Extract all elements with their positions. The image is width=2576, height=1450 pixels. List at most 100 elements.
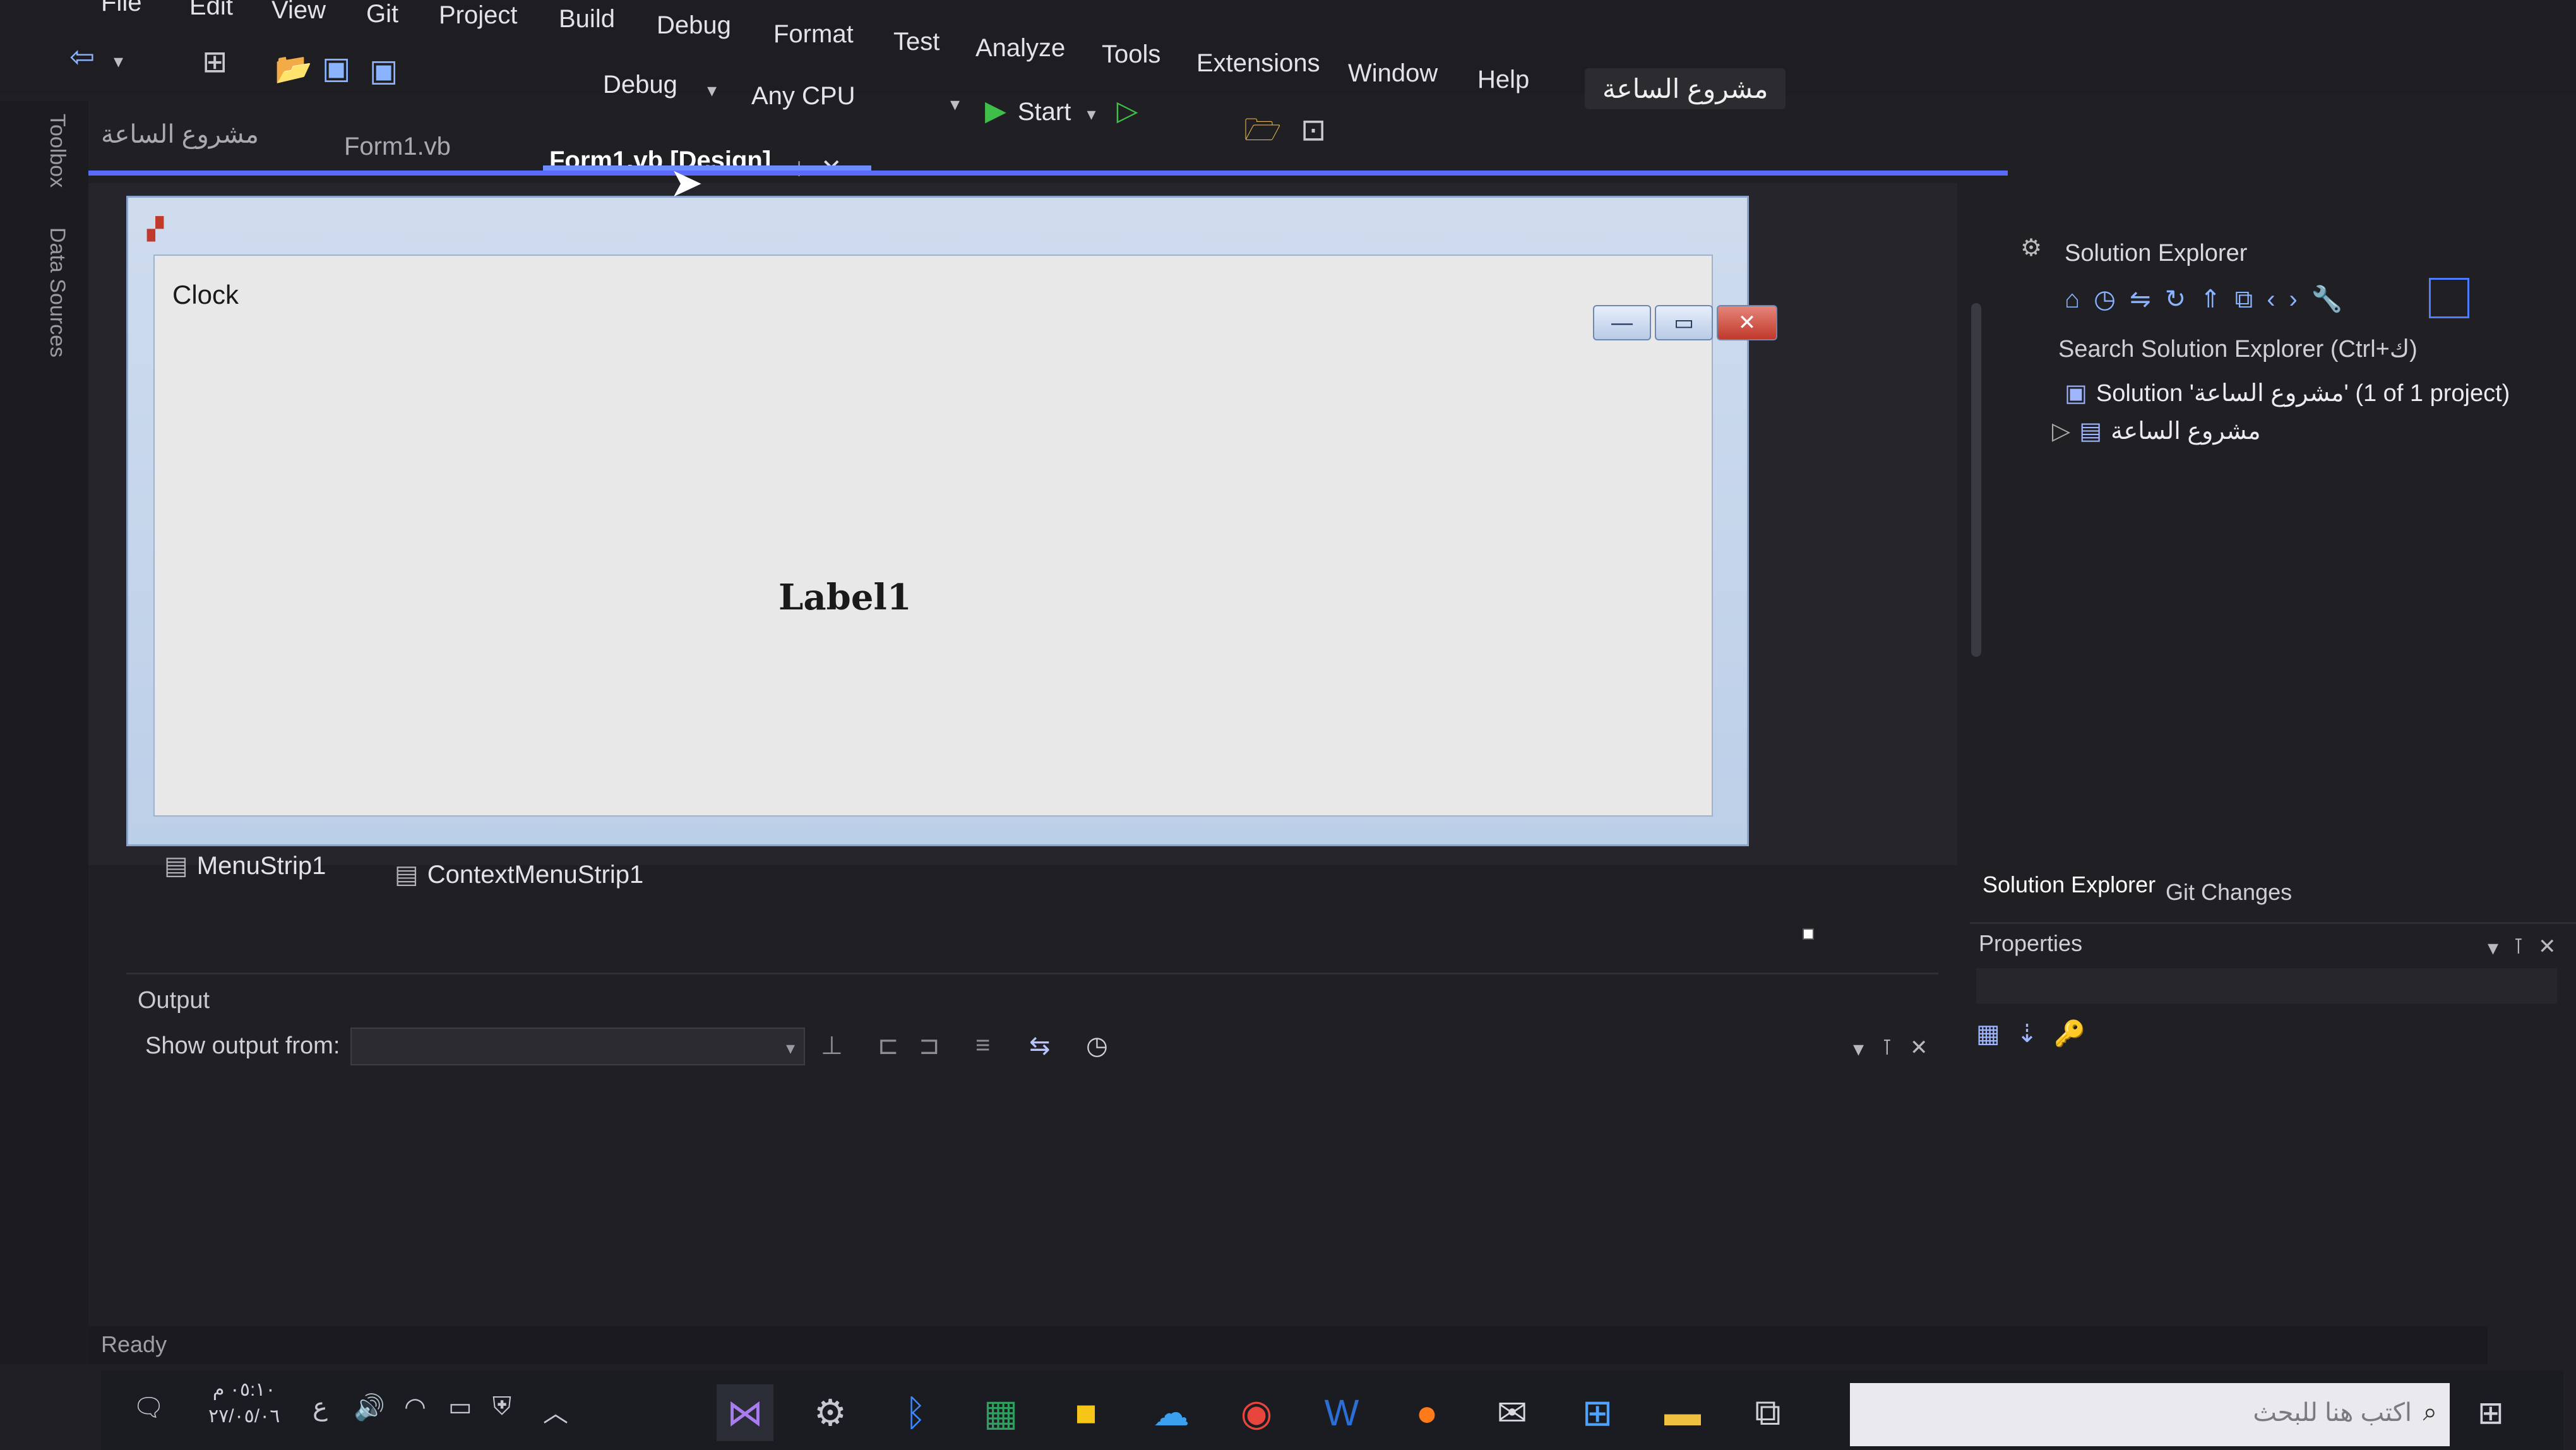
- store-app-icon[interactable]: ⊞: [1569, 1384, 1626, 1441]
- properties-panel: Properties ▾ ⊺ ✕ ▦⇣🔑: [1970, 922, 2576, 1364]
- panel-close-icon[interactable]: ✕: [1910, 1035, 1928, 1060]
- menu-build[interactable]: Build: [559, 5, 615, 33]
- sync-icon[interactable]: ⇋: [2130, 285, 2165, 313]
- data-sources-tab[interactable]: Data Sources: [45, 227, 69, 357]
- preview-toggle-icon[interactable]: [2429, 278, 2469, 318]
- component-tray: ▤ MenuStrip1 ▤ ContextMenuStrip1: [126, 840, 1957, 966]
- battery-icon[interactable]: ▭: [448, 1393, 472, 1422]
- properties-close-icon[interactable]: ✕: [2538, 934, 2556, 959]
- left-rail: Toolbox Data Sources: [0, 101, 88, 1364]
- clear-all-icon[interactable]: ≡: [975, 1031, 990, 1060]
- solution-explorer-panel: ⚙ Solution Explorer ⌂◷⇋↻⇑⧉‹›🔧 Search Sol…: [1989, 227, 2576, 890]
- security-icon[interactable]: ⛨: [492, 1393, 511, 1421]
- platform-select[interactable]: Any CPU: [751, 82, 856, 111]
- back-dropdown-icon[interactable]: ▾: [114, 51, 123, 73]
- word-app-icon[interactable]: W: [1313, 1384, 1370, 1441]
- solution-icon: ▣: [2065, 380, 2087, 407]
- solution-explorer-title: Solution Explorer: [2065, 240, 2248, 267]
- label1-control[interactable]: Label1: [778, 577, 912, 618]
- solution-row[interactable]: ▣ Solution 'مشروع الساعة' (1 of 1 project…: [2065, 379, 2510, 407]
- chrome-app-icon[interactable]: ◉: [1228, 1384, 1285, 1441]
- file-explorer-app-icon[interactable]: ▬: [1654, 1384, 1711, 1441]
- taskbar-search-input[interactable]: اكتب هنا للبحث ⌕: [1850, 1383, 2450, 1446]
- chevron-up-icon[interactable]: ︿: [543, 1393, 568, 1429]
- properties-object-select[interactable]: [1976, 968, 2557, 1004]
- mouse-pointer-icon: ➤: [669, 160, 703, 205]
- alphabetical-icon[interactable]: ⇣: [2017, 1020, 2054, 1048]
- output-panel: Output Show output from: ▾ ⊥ ⊏ ⊐ ≡ ⇆ ◷ ▾…: [126, 973, 1938, 1351]
- property-pages-icon[interactable]: 🔑: [2054, 1020, 2102, 1048]
- menu-view[interactable]: View: [271, 0, 326, 25]
- firefox-app-icon[interactable]: ●: [1398, 1384, 1455, 1441]
- tab-git-changes[interactable]: Git Changes: [2166, 879, 2292, 906]
- collapse-icon[interactable]: ⇑: [2200, 285, 2235, 313]
- contextmenustrip-component[interactable]: ▤ ContextMenuStrip1: [395, 860, 643, 889]
- volume-icon[interactable]: 🔊: [354, 1393, 385, 1422]
- tab-project[interactable]: مشروع الساعة: [101, 120, 259, 149]
- save-icon[interactable]: ▣: [322, 51, 350, 86]
- visual-studio-app-icon[interactable]: ⋈: [717, 1384, 773, 1441]
- properties-pin-icon[interactable]: ⊺: [2513, 934, 2524, 959]
- new-item-icon[interactable]: ⊞: [202, 44, 227, 80]
- toolbox-tab[interactable]: Toolbox: [45, 114, 69, 188]
- panel-pin-icon[interactable]: ⊺: [1881, 1035, 1893, 1060]
- open-folder-icon[interactable]: 📂: [275, 51, 313, 87]
- network-icon[interactable]: ◠: [404, 1393, 426, 1422]
- show-output-select[interactable]: ▾: [350, 1028, 805, 1065]
- properties-menu-icon[interactable]: ▾: [2488, 935, 2498, 961]
- form-title: Clock: [172, 280, 239, 309]
- windows-start-icon[interactable]: ⊞: [2462, 1384, 2519, 1441]
- timestamp-icon[interactable]: ◷: [1086, 1031, 1108, 1060]
- find-message-icon[interactable]: ⊥: [821, 1031, 843, 1060]
- config-dropdown-icon[interactable]: ▾: [707, 80, 717, 102]
- next-message-icon[interactable]: ⊐: [919, 1031, 940, 1060]
- properties-title: Properties: [1979, 930, 2083, 956]
- solution-search-input[interactable]: Search Solution Explorer (Ctrl+ك): [2058, 335, 2418, 363]
- designer-vertical-scrollbar[interactable]: [1964, 278, 1989, 865]
- menu-file[interactable]: File: [101, 0, 141, 17]
- document-tabs: مشروع الساعة Form1.vb Form1.vb [Design] …: [88, 107, 1983, 183]
- word-wrap-icon[interactable]: ⇆: [1029, 1031, 1051, 1060]
- status-bar: Ready: [88, 1326, 2488, 1364]
- wrench-icon[interactable]: 🔧: [2311, 285, 2357, 313]
- refresh-icon[interactable]: ↻: [2165, 285, 2200, 313]
- project-row[interactable]: ▷ ▤ مشروع الساعة: [2052, 417, 2261, 445]
- save-all-icon[interactable]: ▣: [369, 53, 398, 88]
- gear-icon[interactable]: ⚙: [2020, 234, 2042, 262]
- copy-icon[interactable]: ⧉: [2235, 285, 2267, 313]
- menu-project[interactable]: Project: [439, 1, 518, 30]
- language-indicator[interactable]: ع: [313, 1393, 328, 1422]
- history-icon[interactable]: ◷: [2094, 285, 2130, 313]
- menu-edit[interactable]: Edit: [189, 0, 233, 21]
- form-window[interactable]: ▞ Clock — ▭ ✕ Label1: [126, 196, 1777, 846]
- panel-menu-icon[interactable]: ▾: [1853, 1036, 1864, 1062]
- sticky-notes-app-icon[interactable]: ■: [1058, 1384, 1114, 1441]
- notifications-icon[interactable]: 🗨: [133, 1393, 165, 1422]
- code-icon[interactable]: ‹›: [2267, 285, 2311, 313]
- categorized-icon[interactable]: ▦: [1976, 1020, 2017, 1048]
- minimize-button[interactable]: —: [1593, 305, 1651, 340]
- task-view-icon[interactable]: ⧉: [1739, 1384, 1796, 1441]
- menustrip-component[interactable]: ▤ MenuStrip1: [164, 851, 326, 880]
- tab-solution-explorer[interactable]: Solution Explorer: [1983, 872, 2156, 898]
- scrollbar-thumb[interactable]: [1971, 303, 1981, 657]
- form-client-area[interactable]: [153, 255, 1713, 817]
- tab-form1-code[interactable]: Form1.vb: [344, 133, 451, 161]
- back-icon[interactable]: ⇦: [69, 39, 95, 75]
- onedrive-app-icon[interactable]: ☁: [1143, 1384, 1200, 1441]
- settings-app-icon[interactable]: ⚙: [802, 1384, 859, 1441]
- config-select[interactable]: Debug: [603, 71, 677, 99]
- menu-git[interactable]: Git: [366, 0, 398, 28]
- maximize-button[interactable]: ▭: [1655, 305, 1713, 340]
- taskbar-clock[interactable]: ٠٥:١٠ م ٢٧/٠٥/٠٦: [208, 1377, 280, 1430]
- bluetooth-app-icon[interactable]: ᛒ: [887, 1384, 944, 1441]
- home-icon[interactable]: ⌂: [2065, 285, 2094, 313]
- expand-arrow-icon[interactable]: ▷: [2052, 418, 2070, 445]
- excel-app-icon[interactable]: ▦: [972, 1384, 1029, 1441]
- prev-message-icon[interactable]: ⊏: [878, 1031, 899, 1060]
- close-button[interactable]: ✕: [1717, 305, 1777, 340]
- menu-debug[interactable]: Debug: [657, 11, 731, 40]
- mail-app-icon[interactable]: ✉: [1484, 1384, 1541, 1441]
- clock-time: ٠٥:١٠ م: [212, 1379, 276, 1400]
- window-buttons: — ▭ ✕: [1593, 305, 1777, 340]
